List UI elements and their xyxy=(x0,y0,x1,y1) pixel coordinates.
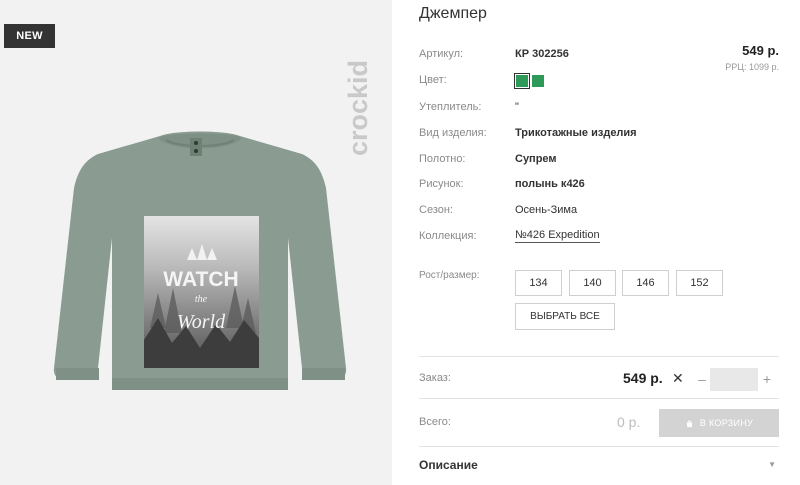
total-label: Всего: xyxy=(419,416,451,428)
product-image-panel: NEW crockid WATCH the World xyxy=(0,0,392,485)
attr-value: " xyxy=(515,101,519,113)
quantity-input[interactable] xyxy=(710,368,758,391)
add-to-cart-button[interactable]: В КОРЗИНУ xyxy=(659,409,779,437)
color-swatch-selected[interactable] xyxy=(514,73,530,89)
size-button-146[interactable]: 146 xyxy=(622,270,669,296)
size-button-134[interactable]: 134 xyxy=(515,270,562,296)
product-title: Джемпер xyxy=(419,5,487,22)
cart-icon xyxy=(686,419,693,427)
order-label: Заказ: xyxy=(419,372,451,384)
divider xyxy=(419,446,779,447)
attr-label: Артикул: xyxy=(419,48,464,60)
attr-value: Трикотажные изделия xyxy=(515,127,637,139)
attr-insulation: Утеплитель: " xyxy=(419,98,779,116)
description-toggle[interactable]: Описание xyxy=(419,458,478,472)
total-value: 0 р. xyxy=(617,414,641,430)
attr-article: Артикул: КР 302256 xyxy=(419,45,779,63)
attr-value: полынь к426 xyxy=(515,178,585,190)
attr-label: Вид изделия: xyxy=(419,127,487,139)
attr-value: КР 302256 xyxy=(515,48,569,60)
attr-label: Утеплитель: xyxy=(419,101,482,113)
attr-label: Полотно: xyxy=(419,153,466,165)
color-swatch[interactable] xyxy=(532,75,544,87)
attr-label: Рисунок: xyxy=(419,178,464,190)
product-details: Джемпер Артикул: КР 302256 549 р. РРЦ: 1… xyxy=(419,0,779,485)
new-badge: NEW xyxy=(4,24,55,48)
select-all-sizes-button[interactable]: ВЫБРАТЬ ВСЕ xyxy=(515,303,615,330)
divider xyxy=(419,356,779,357)
attr-fabric: Полотно: Супрем xyxy=(419,150,779,168)
order-price: 549 р. xyxy=(623,370,663,386)
attr-value: Осень-Зима xyxy=(515,204,578,216)
svg-text:the: the xyxy=(195,294,208,305)
attr-product-type: Вид изделия: Трикотажные изделия xyxy=(419,124,779,142)
size-label: Рост/размер: xyxy=(419,270,480,281)
quantity-decrease-button[interactable]: – xyxy=(695,370,709,388)
quantity-increase-button[interactable]: + xyxy=(760,370,774,388)
attr-season: Сезон: Осень-Зима xyxy=(419,201,779,219)
chevron-down-icon[interactable]: ▼ xyxy=(768,460,776,469)
svg-text:WATCH: WATCH xyxy=(163,268,238,291)
attr-label: Сезон: xyxy=(419,204,453,216)
attr-label: Коллекция: xyxy=(419,230,477,242)
svg-text:World: World xyxy=(177,311,226,333)
attr-color: Цвет: xyxy=(419,71,779,89)
product-price: 549 р. xyxy=(742,43,779,58)
size-button-140[interactable]: 140 xyxy=(569,270,616,296)
attr-pattern: Рисунок: полынь к426 xyxy=(419,175,779,193)
attr-value: Супрем xyxy=(515,153,557,165)
times-icon: ✕ xyxy=(672,370,684,386)
add-to-cart-label: В КОРЗИНУ xyxy=(699,418,754,428)
attr-collection: Коллекция: №426 Expedition xyxy=(419,227,779,245)
size-button-152[interactable]: 152 xyxy=(676,270,723,296)
jumper-product-image[interactable]: WATCH the World xyxy=(40,128,360,398)
collection-link[interactable]: №426 Expedition xyxy=(515,229,600,243)
attr-label: Цвет: xyxy=(419,74,447,86)
divider xyxy=(419,398,779,399)
